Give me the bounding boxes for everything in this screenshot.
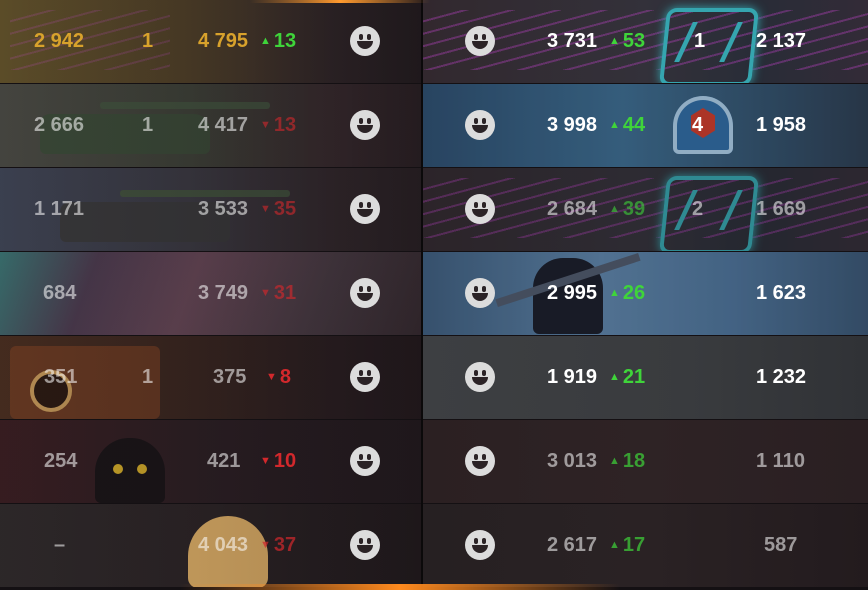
up-arrow-icon: ▲ [609,539,620,551]
stat-delta: ▼ 13 [260,114,297,136]
stat-row[interactable]: 2 666 1 4 417 ▼ 13 [0,84,421,167]
stat-c: 4 795 [198,30,249,52]
stat-row[interactable]: 3 998 ▲ 44 4 1 958 [423,84,868,167]
smiley-icon[interactable] [465,26,495,56]
smiley-icon[interactable] [465,446,495,476]
stat-a: 2 684 [547,198,598,220]
smiley-icon[interactable] [350,446,380,476]
smiley-icon[interactable] [465,530,495,560]
stat-row[interactable]: 1 171 3 533 ▼ 35 [0,168,421,251]
stat-c: 375 [213,366,247,388]
up-arrow-icon: ▲ [260,35,271,47]
stat-a: 1 919 [547,366,598,388]
down-arrow-icon: ▼ [260,539,271,551]
up-arrow-icon: ▲ [609,287,620,299]
up-arrow-icon: ▲ [609,203,620,215]
stat-delta: ▲ 21 [609,366,646,388]
smiley-icon[interactable] [465,278,495,308]
stat-row[interactable]: 254 421 ▼ 10 [0,420,421,503]
down-arrow-icon: ▼ [260,119,271,131]
stat-b: 1 [142,366,154,388]
stat-a: 2 617 [547,534,598,556]
stat-row[interactable]: 2 617 ▲ 17 587 [423,504,868,587]
stat-row[interactable]: 3 013 ▲ 18 1 110 [423,420,868,503]
stat-a: 2 666 [34,114,85,136]
smiley-icon[interactable] [350,278,380,308]
stat-row[interactable]: 3 731 ▲ 53 1 2 137 [423,0,868,83]
smiley-icon[interactable] [465,362,495,392]
down-arrow-icon: ▼ [260,203,271,215]
stat-row[interactable]: 2 942 1 4 795 ▲ 13 [0,0,421,83]
down-arrow-icon: ▼ [260,455,271,467]
left-column: 2 942 1 4 795 ▲ 13 2 666 1 4 417 ▼ 13 1 17… [0,0,421,588]
stat-a: 254 [44,450,78,472]
stat-delta: ▲ 53 [609,30,646,52]
stat-c: 1 110 [756,450,805,472]
stat-delta: ▼ 10 [260,450,297,472]
stats-board: 2 942 1 4 795 ▲ 13 2 666 1 4 417 ▼ 13 1 17… [0,0,868,590]
stat-c: 1 958 [756,114,807,136]
smiley-icon[interactable] [465,110,495,140]
stat-row[interactable]: 684 3 749 ▼ 31 [0,252,421,335]
stat-b: 2 [692,198,704,220]
up-arrow-icon: ▲ [609,371,620,383]
stat-row[interactable]: 2 995 ▲ 26 1 623 [423,252,868,335]
stat-delta: ▼ 31 [260,282,297,304]
stat-delta: ▲ 44 [609,114,646,136]
up-arrow-icon: ▲ [609,35,620,47]
smiley-icon[interactable] [350,362,380,392]
stat-c: 3 533 [198,198,249,220]
stat-c: 1 232 [756,366,807,388]
stat-b: 1 [142,30,154,52]
stat-a: 3 731 [547,30,598,52]
right-column: 3 731 ▲ 53 1 2 137 3 998 ▲ 44 4 1 958 2 68… [423,0,868,588]
up-arrow-icon: ▲ [609,119,620,131]
smiley-icon[interactable] [350,530,380,560]
smiley-icon[interactable] [465,194,495,224]
stat-c: 2 137 [756,30,807,52]
stat-a: 351 [44,366,78,388]
stat-delta: ▲ 39 [609,198,646,220]
stat-b: 1 [694,30,706,52]
stat-delta: ▲ 13 [260,30,297,52]
smiley-icon[interactable] [350,110,380,140]
stat-delta: ▲ 17 [609,534,646,556]
stat-b: 1 [142,114,154,136]
stat-delta: ▼ 35 [260,198,297,220]
stat-delta: ▲ 26 [609,282,646,304]
smiley-icon[interactable] [350,26,380,56]
stat-a: – [54,534,66,556]
stat-c: 3 749 [198,282,249,304]
stat-delta: ▼ 37 [260,534,297,556]
down-arrow-icon: ▼ [266,371,277,383]
stat-delta: ▼ 8 [266,366,292,388]
stat-a: 1 171 [34,198,85,220]
stat-c: 587 [764,534,798,556]
stat-a: 684 [43,282,77,304]
stat-c: 421 [207,450,241,472]
stat-delta: ▲ 18 [609,450,646,472]
smiley-icon[interactable] [350,194,380,224]
stat-row[interactable]: 1 919 ▲ 21 1 232 [423,336,868,419]
stat-c: 1 669 [756,198,807,220]
stat-row[interactable]: 2 684 ▲ 39 2 1 669 [423,168,868,251]
stat-a: 3 013 [547,450,598,472]
glow-decor [180,584,620,590]
stat-a: 2 995 [547,282,598,304]
stat-row[interactable]: – 4 043 ▼ 37 [0,504,421,587]
stat-a: 2 942 [34,30,85,52]
stat-b: 4 [692,114,704,136]
stat-c: 4 417 [198,114,249,136]
glow-decor [250,0,430,3]
stat-a: 3 998 [547,114,598,136]
stat-c: 1 623 [756,282,807,304]
down-arrow-icon: ▼ [260,287,271,299]
stat-row[interactable]: 351 1 375 ▼ 8 [0,336,421,419]
up-arrow-icon: ▲ [609,455,620,467]
stat-c: 4 043 [198,534,249,556]
